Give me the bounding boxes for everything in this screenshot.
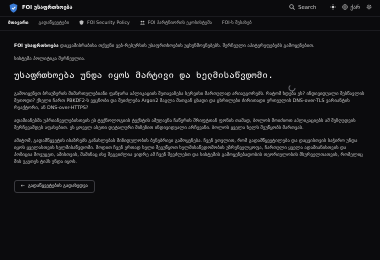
search-button[interactable]: Search (289, 4, 316, 12)
theme-toggle-icon[interactable] (330, 4, 337, 12)
intro-brand: FOI უსაფრთხოება (14, 44, 59, 49)
tab-home[interactable]: მთავარი (8, 21, 28, 26)
tab-about-label: FOI-ს შესახებ (221, 21, 252, 26)
language-selector[interactable]: ქარ (342, 4, 360, 12)
back-to-solutions-label: გადაწყვეტების გადახედვა (27, 184, 88, 189)
arrow-left-icon: ← (21, 184, 25, 189)
brand[interactable]: FOI უსაფრთხოება (8, 3, 72, 13)
intro-paragraph: FOI უსაფრთხოება დაცვამისრაბისა თქვენი ვე… (14, 43, 366, 50)
search-icon (289, 4, 296, 12)
tab-security-policy[interactable]: FOI Security Policy (79, 20, 130, 27)
tab-partner-ecosystem-label: FOI პარტნიორის ეკოსისტემა (147, 21, 212, 26)
main-content: FOI უსაფრთხოება დაცვამისრაბისა თქვენი ვე… (0, 31, 380, 193)
tab-security-policy-label: FOI Security Policy (87, 21, 130, 26)
back-to-solutions-button[interactable]: ← გადაწყვეტების გადახედვა (14, 180, 95, 193)
language-label: ქარ (350, 5, 360, 11)
loading-icon (288, 77, 296, 92)
tab-home-label: მთავარი (8, 21, 29, 26)
partners-icon (140, 20, 145, 27)
tab-solutions-label: გადაწყვეტები (38, 21, 70, 26)
search-label: Search (298, 5, 317, 11)
page-headline: უსაფრთხოება უნდა იყოს მარტივი და ხელმისა… (14, 71, 274, 81)
tab-partner-ecosystem[interactable]: FOI პარტნიორის ეკოსისტემა (140, 20, 212, 27)
intro-text: დაცვამისრაბისა თქვენი ვებ-რესურსის უსაფრ… (58, 44, 315, 49)
body-paragraph-1: გამოიყენეთ ბრაუზერის მიმართულებიანი ფანჯ… (14, 92, 365, 111)
nav-tabs: მთავარი გადაწყვეტები FOI Security Policy… (0, 17, 380, 31)
body-paragraph-3: ამიტომ, გადამწყვეტის ისაზრებს განახლებას… (14, 139, 363, 165)
body-paragraph-2: ადამიანებმა უპრიანველებისთვის ეს ტექნოლო… (14, 119, 356, 131)
shield-icon (79, 20, 84, 27)
top-bar: FOI უსაფრთხოება Search ქარ (0, 0, 380, 17)
settings-icon[interactable] (366, 4, 372, 12)
brand-name: FOI უსაფრთხოება (22, 5, 73, 11)
tab-about[interactable]: FOI-ს შესახებ (222, 21, 252, 26)
tab-solutions[interactable]: გადაწყვეტები (38, 21, 69, 26)
shield-icon (8, 3, 18, 13)
globe-icon (342, 4, 349, 12)
status-text: სისტემა პოლიტიკა შერჩეულია. (14, 57, 86, 62)
